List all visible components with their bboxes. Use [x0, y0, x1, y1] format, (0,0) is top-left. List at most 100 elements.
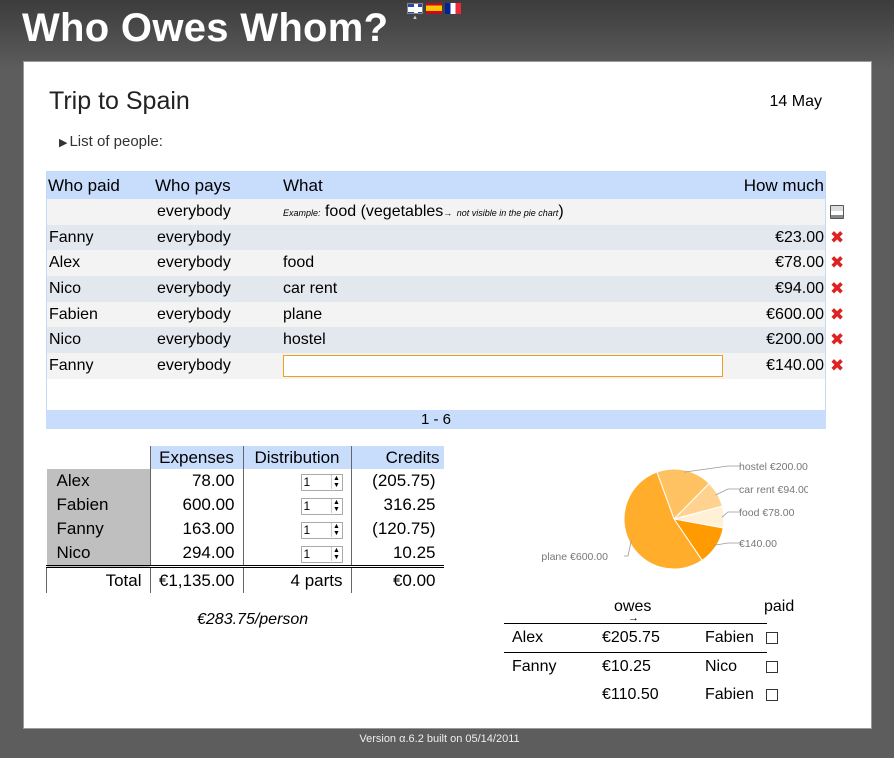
table-row[interactable]: Fanny everybody €23.00 ✖	[47, 224, 844, 251]
col-distribution: Distribution	[242, 446, 351, 469]
delete-icon[interactable]: ✖	[830, 229, 844, 246]
person-name: Fanny	[46, 517, 150, 541]
summary-table: Expenses Distribution Credits Alex 78.00…	[46, 446, 444, 593]
people-toggle-label: List of people:	[69, 133, 163, 150]
cell-what[interactable]: plane	[281, 306, 721, 324]
cell-who-paid[interactable]: Nico	[47, 280, 155, 298]
table-row[interactable]: Nico everybody hostel €200.00 ✖	[47, 327, 844, 354]
debt-row: €110.50 Fabien	[504, 681, 767, 709]
cell-amount[interactable]: €200.00	[721, 331, 824, 349]
save-icon[interactable]	[830, 205, 844, 219]
table-row[interactable]: Nico everybody car rent €94.00 ✖	[47, 276, 844, 302]
cell-amount[interactable]: €94.00	[721, 280, 824, 298]
distribution-stepper[interactable]: 1 ▲ ▼	[300, 521, 343, 539]
stepper-arrows-icon[interactable]: ▲ ▼	[330, 475, 342, 489]
trip-title[interactable]: Trip to Spain	[49, 87, 190, 116]
per-person-amount: €283.75/person	[197, 611, 309, 628]
cell-who-paid[interactable]: Nico	[47, 331, 155, 349]
cell-amount[interactable]: €600.00	[721, 306, 824, 324]
cell-what[interactable]: food	[281, 254, 721, 272]
expenses-value: 294.00	[149, 541, 243, 567]
person-name: Nico	[46, 541, 150, 567]
flag-es-icon[interactable]	[426, 3, 442, 14]
pie-leader-line	[684, 465, 740, 473]
table-row[interactable]: Fabien everybody plane €600.00 ✖	[47, 301, 844, 328]
cell-what[interactable]: hostel	[281, 331, 721, 349]
main-panel: Trip to Spain 14 May ▶ List of people: Wh…	[23, 61, 872, 729]
cell-who-pays[interactable]: everybody	[155, 306, 281, 324]
pie-leader-line	[715, 488, 740, 496]
person-name: Alex	[46, 469, 150, 493]
total-label: Total	[46, 565, 150, 593]
cell-who-pays[interactable]: everybody	[155, 254, 281, 272]
col-who-paid[interactable]: Who paid	[47, 176, 155, 196]
delete-icon[interactable]: ✖	[830, 357, 844, 374]
col-credits: Credits	[350, 446, 444, 469]
table-row-editing[interactable]: Fanny everybody €140.00 ✖	[47, 353, 844, 379]
cell-who-paid[interactable]: Alex	[47, 254, 155, 272]
expenses-value: 600.00	[149, 493, 243, 517]
delete-icon[interactable]: ✖	[830, 254, 844, 271]
expenses-value: 163.00	[149, 517, 243, 541]
col-expenses: Expenses	[149, 446, 243, 469]
pie-label: plane €600.00	[541, 551, 608, 563]
cell-amount[interactable]: €23.00	[721, 229, 824, 247]
distribution-stepper[interactable]: 1 ▲ ▼	[300, 473, 343, 491]
debt-row: Alex €205.75 Fabien	[504, 623, 767, 652]
col-how-much[interactable]: How much	[721, 176, 824, 196]
cell-who-paid[interactable]: Fanny	[47, 357, 155, 375]
debtor: Alex	[512, 629, 544, 646]
cell-who-pays[interactable]: everybody	[155, 203, 281, 221]
col-who-pays[interactable]: Who pays	[155, 176, 281, 196]
debt-row: Fanny €10.25 Nico	[504, 652, 767, 681]
total-distribution: 4 parts	[242, 565, 351, 593]
cell-who-pays[interactable]: everybody	[155, 229, 281, 247]
cell-what[interactable]: Example: food (vegetables→ not visible i…	[281, 203, 721, 221]
cell-what[interactable]: car rent	[281, 280, 721, 298]
cell-who-pays[interactable]: everybody	[155, 357, 281, 375]
paid-checkbox[interactable]	[766, 689, 778, 701]
cell-who-paid[interactable]: Fanny	[47, 229, 155, 247]
credits-value: 316.25	[350, 493, 444, 517]
table-row[interactable]: Alex everybody food €78.00 ✖	[47, 250, 844, 277]
distribution-stepper[interactable]: 1 ▲ ▼	[300, 497, 343, 515]
total-credits: €0.00	[350, 565, 444, 593]
distribution-stepper[interactable]: 1 ▲ ▼	[300, 545, 343, 563]
debt-amount: €10.25	[602, 658, 651, 675]
summary-row: Fanny 163.00 1 ▲ ▼ (120.75)	[46, 517, 444, 541]
flag-uk-icon[interactable]	[407, 3, 423, 14]
cell-amount[interactable]: €78.00	[721, 254, 824, 272]
cell-amount[interactable]: €140.00	[721, 357, 824, 375]
stepper-arrows-icon[interactable]: ▲ ▼	[330, 547, 342, 561]
person-name: Fabien	[46, 493, 150, 517]
summary-row: Alex 78.00 1 ▲ ▼ (205.75)	[46, 469, 444, 493]
language-selector	[407, 3, 461, 14]
debt-amount: €110.50	[602, 686, 659, 703]
delete-icon[interactable]: ✖	[830, 331, 844, 348]
col-what[interactable]: What	[281, 176, 721, 196]
pie-svg: hostel €200.00 car rent €94.00 food €78.00…	[541, 461, 810, 570]
total-expenses: €1,135.00	[149, 565, 243, 593]
summary-row: Nico 294.00 1 ▲ ▼ 10.25	[46, 541, 444, 567]
flag-fr-icon[interactable]	[445, 3, 461, 14]
cell-who-pays[interactable]: everybody	[155, 331, 281, 349]
version-footer: Version α.6.2 built on 05/14/2011	[359, 733, 520, 745]
example-row[interactable]: everybody Example: food (vegetables→ not…	[47, 199, 844, 225]
pie-label: hostel €200.00	[739, 461, 808, 473]
cell-who-pays[interactable]: everybody	[155, 280, 281, 298]
delete-icon[interactable]: ✖	[830, 280, 844, 297]
stepper-arrows-icon[interactable]: ▲ ▼	[330, 523, 342, 537]
grid-pager: 1 - 6	[46, 410, 826, 429]
paid-header: paid	[764, 598, 795, 615]
pie-label: car rent €94.00	[739, 484, 808, 496]
debtor: Fanny	[512, 658, 557, 675]
grid-header: Who paid Who pays What How much	[47, 172, 825, 199]
paid-checkbox[interactable]	[766, 632, 778, 644]
people-list-toggle[interactable]: ▶ List of people:	[59, 133, 163, 150]
creditor: Nico	[705, 658, 738, 675]
what-edit-input[interactable]	[283, 354, 723, 377]
paid-checkbox[interactable]	[766, 661, 778, 673]
cell-who-paid[interactable]: Fabien	[47, 306, 155, 324]
delete-icon[interactable]: ✖	[830, 306, 844, 323]
stepper-arrows-icon[interactable]: ▲ ▼	[330, 499, 342, 513]
